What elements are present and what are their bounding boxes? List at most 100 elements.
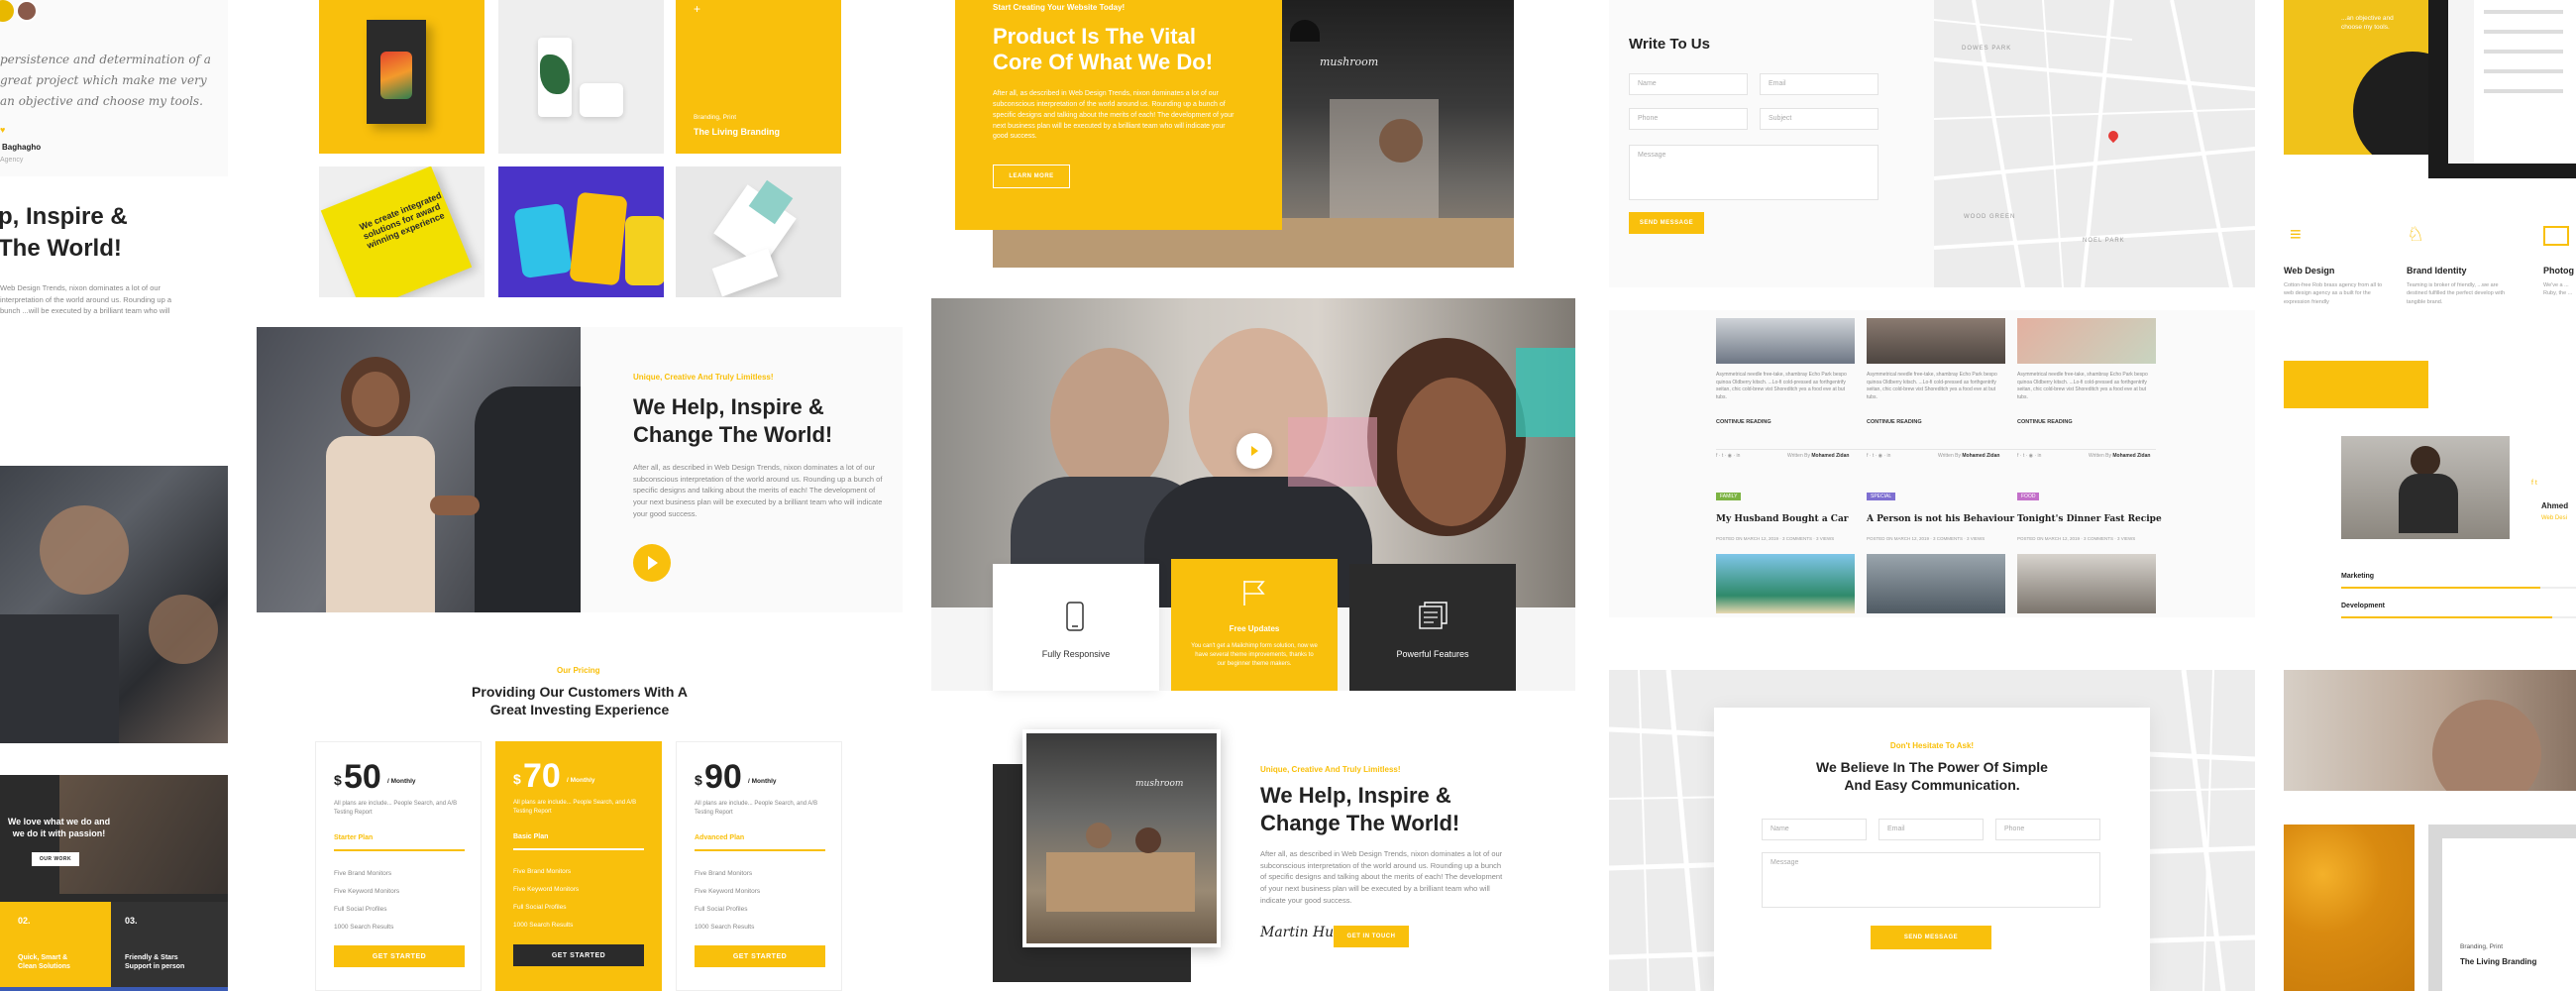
like-icon: ♥ [0,125,6,135]
post-tag[interactable]: SPECIAL [1867,493,1896,500]
about2-body: After all, as described in Web Design Tr… [1260,849,1503,905]
continue-reading-link[interactable]: CONTINUE READING [1716,419,1771,425]
step-number: 02. [18,916,31,926]
email-field[interactable]: Email [1760,73,1878,95]
phone-field[interactable]: Phone [1629,108,1748,130]
plan-feature: Five Brand Monitors [334,870,392,877]
intro-body: Web Design Trends, nixon dominates a lot… [0,283,172,316]
plan-desc: All plans are include... People Search, … [513,800,637,816]
portfolio-tile-cosmetics[interactable] [498,0,664,154]
continue-reading-link[interactable]: CONTINUE READING [1867,419,1922,425]
blog-image [2017,318,2156,364]
post-tag[interactable]: FOOD [2017,493,2040,500]
feature-powerful-features: Powerful Features [1349,564,1516,691]
email-field[interactable]: Email [1878,819,1984,840]
post-views: 3 VIEWS [1816,536,1835,541]
closeup-face-photo [2284,670,2576,791]
send-message-button[interactable]: SEND MESSAGE [1629,212,1704,234]
team-member-name: Ahmed [2541,501,2569,510]
business-people-photo [0,466,228,743]
post-views: 3 VIEWS [2117,536,2136,541]
skill-label: Marketing [2341,573,2375,580]
continue-reading-link[interactable]: CONTINUE READING [2017,419,2073,425]
document-icon [1419,602,1449,629]
get-in-touch-button[interactable]: GET IN TOUCH [1334,926,1409,947]
name-field[interactable]: Name [1762,819,1867,840]
play-video-button[interactable] [633,544,671,582]
step-card-2: 02. Quick, Smart & Clean Solutions [0,902,111,991]
plan-name: Starter Plan [334,834,374,841]
hero-panel: Start Creating Your Website Today! Produ… [955,0,1282,230]
written-by-label: Written By [2089,453,2111,459]
services-row: ≡ Web Design Cotton-free Rob brass agenc… [2284,218,2576,317]
portfolio-tile-book[interactable] [319,0,484,154]
plan-feature: 1000 Search Results [334,924,394,931]
avatar [16,0,38,22]
phone-field[interactable]: Phone [1995,819,2100,840]
share-icons[interactable]: f · t · ◉ · in [1716,453,1740,459]
plan-feature: 1000 Search Results [513,922,574,929]
post-tag[interactable]: FAMILY [1716,493,1742,500]
intro-heading-2: The World! [0,235,122,262]
map-label: NOEL PARK [2083,238,2125,244]
portfolio-tile-yellow-book[interactable]: We create integrated solutions for award… [319,166,484,297]
subject-field[interactable]: Subject [1760,108,1878,130]
contact-section: Write To Us Name Email Phone Subject Mes… [1609,0,2255,287]
hero-eyebrow: Start Creating Your Website Today! [993,3,1126,12]
author-name: Mohamed Zidan [1811,453,1850,459]
service-desc: Teaming is broker of friendly, ...we are… [2407,282,2506,305]
plan-feature: 1000 Search Results [695,924,755,931]
social-icons[interactable]: f t [2531,480,2537,487]
portfolio-tile-living-branding[interactable]: + Branding, Print The Living Branding [676,0,841,154]
laptop-sidebar [2448,0,2474,164]
post-meta: POSTED ON MARCH 12, 2019 · 3 COMMENTS · … [2017,536,2136,541]
our-work-button[interactable]: OUR WORK [32,852,79,866]
post-title[interactable]: Tonight's Dinner Fast Recipe [2017,514,2162,524]
name-field[interactable]: Name [1629,73,1748,95]
contact-title: Write To Us [1629,36,1710,53]
about-heading-1: We Help, Inspire & [633,394,824,419]
skill-bar-track [2341,587,2576,589]
post-views: 3 VIEWS [1967,536,1986,541]
post-comments: 3 COMMENTS [2084,536,2114,541]
portfolio-tile-print[interactable]: Branding, Print The Living Branding [2428,825,2576,991]
blog-excerpt: Asymmetrical needle free-take, shambray … [1716,372,1847,400]
share-icons[interactable]: f · t · ◉ · in [1867,453,1890,459]
post-title[interactable]: My Husband Bought a Car [1716,514,1849,524]
play-icon [1251,446,1258,456]
step-number: 03. [125,916,138,926]
yellow-banner [2284,361,2428,408]
dark-cta-panel: We love what we do and we do it with pas… [0,775,228,991]
camera-icon [2543,226,2569,246]
share-icons[interactable]: f · t · ◉ · in [2017,453,2041,459]
author-byline: Written By Mohamed Zidan [1787,453,1849,459]
price-amount: 70 [523,757,561,795]
send-message-button[interactable]: SEND MESSAGE [1871,926,1991,949]
hero-body: After all, as described in Web Design Tr… [993,90,1234,141]
map[interactable]: DOWES PARK WOOD GREEN NOEL PARK [1934,0,2255,287]
get-started-button[interactable]: GET STARTED [513,944,644,966]
author-byline: Written By Mohamed Zidan [1938,453,1999,459]
portfolio-tile-devices[interactable] [498,166,664,297]
contact2-eyebrow: Don't Hesitate To Ask! [1889,741,1975,750]
contact2-card: Don't Hesitate To Ask! We Believe In The… [1714,708,2150,991]
about2-heading-1: We Help, Inspire & [1260,783,1451,808]
testimonial-quote: persistence and determination of a great… [0,53,211,108]
about-body: After all, as described in Web Design Tr… [633,463,883,518]
dark-panel-title: We love what we do and we do it with pas… [7,817,111,838]
get-started-button[interactable]: GET STARTED [334,945,465,967]
learn-more-button[interactable]: LEARN MORE [993,165,1070,188]
message-field[interactable]: Message [1762,852,2100,908]
get-started-button[interactable]: GET STARTED [695,945,825,967]
skill-bar-fill [2341,587,2541,589]
blog-image [1716,554,1855,613]
about2-section: mushroom Unique, Creative And Truly Limi… [993,729,1528,991]
portfolio-tile-packaging[interactable] [676,166,841,297]
post-title[interactable]: A Person is not his Behaviour [1867,514,2014,524]
post-meta: POSTED ON MARCH 12, 2019 · 3 COMMENTS · … [1867,536,1986,541]
message-field[interactable]: Message [1629,145,1878,200]
skill-bar-fill [2341,616,2553,618]
flag-icon [1241,579,1267,606]
pricing-card-basic: $ 70 / Monthly All plans are include... … [495,741,662,991]
video-play-button[interactable] [1236,433,1272,469]
